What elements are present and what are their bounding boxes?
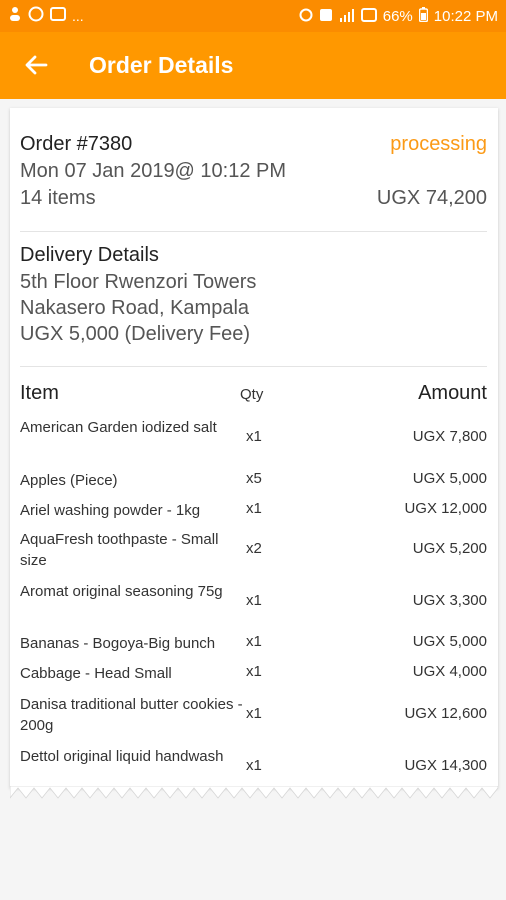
item-amount: UGX 7,800 bbox=[412, 428, 487, 445]
order-total: UGX 74,200 bbox=[376, 187, 487, 209]
table-row: Cabbage - Head Small x1 UGX 4,000 bbox=[20, 663, 487, 685]
item-name: American Garden iodized salt bbox=[20, 419, 217, 436]
delivery-fee: UGX 5,000 (Delivery Fee) bbox=[20, 323, 251, 345]
item-amount: UGX 4,000 bbox=[412, 663, 487, 680]
item-qty: x1 bbox=[246, 757, 262, 774]
item-qty: x1 bbox=[246, 663, 262, 680]
receipt-torn-edge bbox=[10, 786, 498, 799]
table-row: American Garden iodized salt x1 UGX 7,80… bbox=[20, 417, 487, 461]
alarm-icon bbox=[299, 8, 313, 26]
item-amount: UGX 5,000 bbox=[412, 633, 487, 650]
item-amount: UGX 5,200 bbox=[412, 540, 487, 557]
clock: 10:22 PM bbox=[433, 8, 498, 25]
table-row: AquaFresh toothpaste - Small size x2 UGX… bbox=[20, 529, 487, 573]
item-amount: UGX 5,000 bbox=[412, 470, 487, 487]
item-name: Ariel washing powder - 1kg bbox=[20, 502, 201, 519]
receipt-body: Order #7380 processing Mon 07 Jan 2019@ … bbox=[10, 108, 498, 788]
table-row: Apples (Piece) x5 UGX 5,000 bbox=[20, 470, 487, 492]
status-badge: processing bbox=[390, 133, 487, 155]
items-count: 14 items bbox=[20, 187, 96, 209]
item-name: Bananas - Bogoya-Big bunch bbox=[20, 635, 216, 652]
item-qty: x5 bbox=[246, 470, 262, 487]
data-icon bbox=[319, 8, 333, 26]
item-amount: UGX 14,300 bbox=[404, 757, 487, 774]
item-amount: UGX 12,600 bbox=[404, 705, 487, 722]
table-row: Aromat original seasoning 75g x1 UGX 3,3… bbox=[20, 581, 487, 625]
item-name: Dettol original liquid handwash bbox=[20, 748, 224, 765]
delivery-title: Delivery Details bbox=[20, 244, 159, 266]
battery-percent: 66% bbox=[382, 8, 413, 25]
whatsapp-icon bbox=[28, 6, 44, 25]
delivery-address-line2: Nakasero Road, Kampala bbox=[20, 297, 250, 319]
table-row: Dettol original liquid handwash x1 UGX 1… bbox=[20, 746, 487, 790]
item-qty: x1 bbox=[246, 633, 262, 650]
item-name: Apples (Piece) bbox=[20, 472, 118, 489]
status-bar: ... 66% 10:22 PM bbox=[0, 0, 506, 32]
item-name: AquaFresh toothpaste - Small size bbox=[20, 531, 219, 569]
status-bar-left: ... bbox=[8, 6, 84, 25]
status-bar-right: 66% 10:22 PM bbox=[299, 7, 498, 26]
receipt-card: Order #7380 processing Mon 07 Jan 2019@ … bbox=[10, 108, 498, 808]
gallery-icon bbox=[50, 7, 66, 24]
signal-icon bbox=[339, 8, 355, 26]
order-number: Order #7380 bbox=[20, 133, 133, 155]
item-qty: x1 bbox=[246, 500, 262, 517]
item-amount: UGX 3,300 bbox=[412, 592, 487, 609]
order-date: Mon 07 Jan 2019@ 10:12 PM bbox=[20, 160, 287, 182]
user-icon bbox=[8, 6, 22, 25]
item-name: Cabbage - Head Small bbox=[20, 665, 172, 682]
column-header-amount: Amount bbox=[418, 382, 487, 404]
back-button[interactable] bbox=[22, 49, 50, 81]
page-title: Order Details bbox=[89, 52, 234, 78]
item-name: Aromat original seasoning 75g bbox=[20, 583, 223, 600]
table-row: Danisa traditional butter cookies - 200g… bbox=[20, 694, 487, 738]
table-row: Ariel washing powder - 1kg x1 UGX 12,000 bbox=[20, 500, 487, 522]
divider bbox=[20, 366, 487, 367]
signal-icon-2 bbox=[360, 7, 377, 26]
more-notifications: ... bbox=[72, 7, 84, 24]
item-amount: UGX 12,000 bbox=[404, 500, 487, 517]
item-qty: x1 bbox=[246, 705, 262, 722]
battery-icon bbox=[418, 7, 429, 26]
table-row: Bananas - Bogoya-Big bunch x1 UGX 5,000 bbox=[20, 633, 487, 655]
item-qty: x2 bbox=[246, 540, 262, 557]
divider bbox=[20, 231, 487, 232]
column-header-item: Item bbox=[20, 382, 59, 404]
app-bar: Order Details bbox=[0, 32, 506, 99]
item-qty: x1 bbox=[246, 592, 262, 609]
item-name: Danisa traditional butter cookies - 200g bbox=[20, 696, 243, 734]
delivery-address-line1: 5th Floor Rwenzori Towers bbox=[20, 271, 257, 293]
arrow-left-icon bbox=[25, 55, 48, 75]
item-qty: x1 bbox=[246, 428, 262, 445]
column-header-qty: Qty bbox=[240, 386, 264, 403]
